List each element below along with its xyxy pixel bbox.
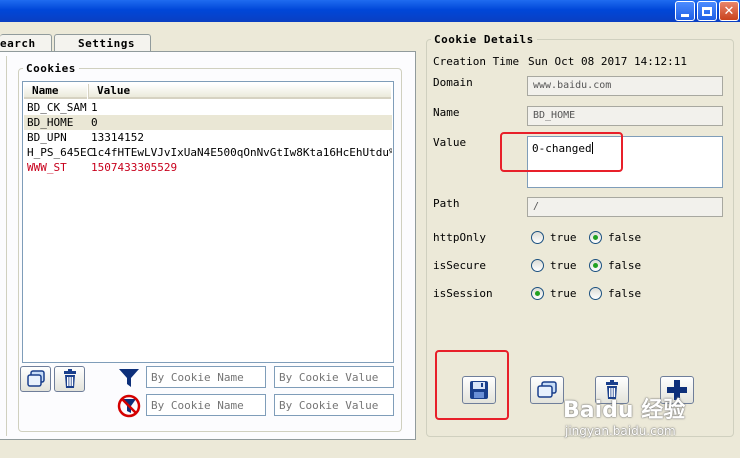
table-row[interactable]: WWW_ST 1507433305529 [24,160,392,175]
maximize-icon [702,6,712,16]
table-row[interactable]: H_PS_645EC 1c4fHTEwLVJvIxUaN4E500qOnNvGt… [24,145,392,160]
httponly-label: httpOnly [433,231,486,244]
cookie-name-cell: BD_UPN [27,131,67,144]
close-button[interactable]: ✕ [719,1,739,21]
copy-icon [26,370,45,387]
value-highlight-box [500,132,623,172]
name-label: Name [433,106,460,119]
httponly-true-radio[interactable] [531,231,544,244]
copy-icon [537,381,557,398]
exclude-name-filter-input[interactable] [146,394,266,416]
domain-field[interactable]: www.baidu.com [527,76,723,96]
minimize-icon [681,13,689,17]
close-icon: ✕ [723,3,735,19]
issecure-label: isSecure [433,259,486,272]
tab-search[interactable]: earch [0,34,52,52]
baidu-watermark: Baidu 经验 [563,398,686,423]
include-name-filter-input[interactable] [146,366,266,388]
minimize-button[interactable] [675,1,695,21]
include-value-filter-input[interactable] [274,366,394,388]
cookies-legend: Cookies [26,62,76,75]
filter-icon [118,367,140,389]
tab-search-label: earch [0,37,36,50]
path-field[interactable]: / [527,197,723,217]
cookie-value-cell: 1 [91,101,98,114]
value-label: Value [433,136,467,149]
window-title-bar: ✕ [0,0,740,22]
issecure-true-label: true [550,259,577,272]
duplicate-cookie-button[interactable] [530,376,564,404]
issession-true-label: true [550,287,577,300]
table-row-selected[interactable]: BD_HOME 0 [24,115,392,130]
creation-time-label: Creation Time [433,55,520,68]
cookie-name-cell: BD_HOME [27,116,74,129]
cookie-name-cell: H_PS_645EC [27,146,94,159]
httponly-true-label: true [550,231,577,244]
cookie-value-cell: 1c4fHTEwLVJvIxUaN4E500qOnNvGtIw8Kta16HcE… [91,146,392,159]
issession-label: isSession [433,287,493,300]
panel-divider [6,56,7,436]
issecure-false-label: false [608,259,642,272]
maximize-button[interactable] [697,1,717,21]
domain-label: Domain [433,76,473,89]
httponly-false-radio[interactable] [589,231,602,244]
cookie-value-cell: 1507433305529 [91,161,178,174]
cookie-details-legend: Cookie Details [434,33,534,46]
issession-true-radio[interactable] [531,287,544,300]
issession-false-label: false [608,287,642,300]
creation-time-value: Sun Oct 08 2017 14:12:11 [528,55,687,68]
tab-settings[interactable]: Settings [54,34,151,52]
save-highlight-box [435,350,509,420]
cookie-value-cell: 13314152 [91,131,144,144]
cookie-value-cell: 0 [91,116,98,129]
trash-icon [63,369,76,388]
table-row[interactable]: BD_UPN 13314152 [24,130,392,145]
issecure-false-radio[interactable] [589,259,602,272]
cookie-table[interactable]: Name Value BD_CK_SAM 1 BD_HOME 0 BD_UPN … [22,81,394,363]
name-field[interactable]: BD_HOME [527,106,723,126]
cookie-name-cell: BD_CK_SAM [27,101,87,114]
exclude-value-filter-input[interactable] [274,394,394,416]
cookie-name-cell: WWW_ST [27,161,67,174]
column-header-value[interactable]: Value [88,84,391,99]
httponly-false-label: false [608,231,642,244]
issecure-true-radio[interactable] [531,259,544,272]
issession-false-radio[interactable] [589,287,602,300]
table-row[interactable]: BD_CK_SAM 1 [24,100,392,115]
tab-settings-label: Settings [78,37,135,50]
delete-all-button[interactable] [54,366,85,392]
column-header-name[interactable]: Name [24,84,87,99]
watermark-url: jingyan.baidu.com [565,424,676,438]
exclude-filter-icon [117,394,141,418]
path-label: Path [433,197,460,210]
copy-cookie-button[interactable] [20,366,51,392]
